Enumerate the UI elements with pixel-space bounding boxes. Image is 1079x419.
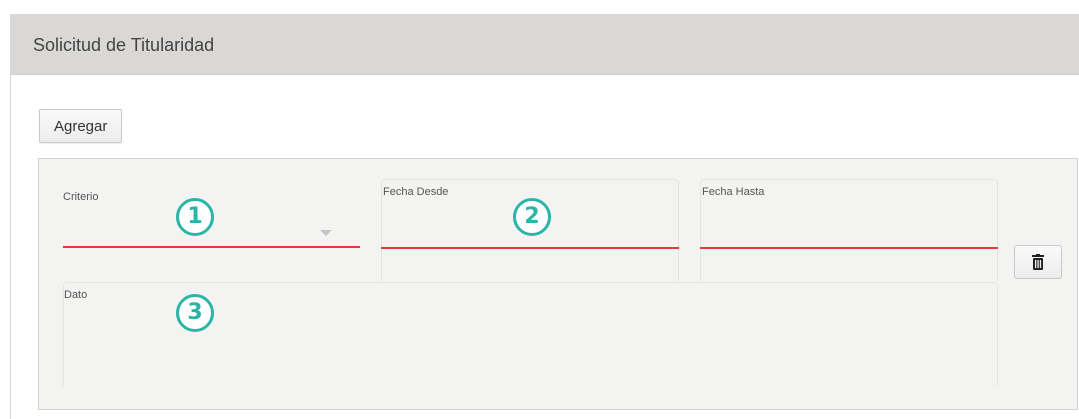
callout-badge-1: 1 — [176, 198, 214, 236]
fecha-desde-label: Fecha Desde — [383, 186, 449, 198]
callout-badge-2: 2 — [513, 198, 551, 236]
dato-label: Dato — [64, 289, 88, 301]
delete-button[interactable] — [1014, 245, 1062, 279]
fecha-desde-underline — [381, 247, 679, 249]
fecha-hasta-field[interactable]: Fecha Hasta — [700, 179, 998, 281]
criteria-form: Criterio Fecha Desde Fecha Hasta Dato 1 … — [38, 158, 1078, 410]
solicitud-panel: Solicitud de Titularidad Agregar Criteri… — [10, 14, 1079, 419]
panel-header: Solicitud de Titularidad — [11, 14, 1079, 75]
panel-title: Solicitud de Titularidad — [33, 35, 215, 55]
criterio-underline — [63, 246, 360, 248]
trash-icon — [1032, 254, 1044, 270]
fecha-hasta-underline — [700, 247, 998, 249]
fecha-hasta-label: Fecha Hasta — [702, 186, 765, 198]
criterio-label: Criterio — [63, 191, 99, 203]
add-button[interactable]: Agregar — [39, 109, 123, 143]
callout-badge-3: 3 — [176, 294, 214, 332]
chevron-down-icon[interactable] — [320, 230, 332, 236]
